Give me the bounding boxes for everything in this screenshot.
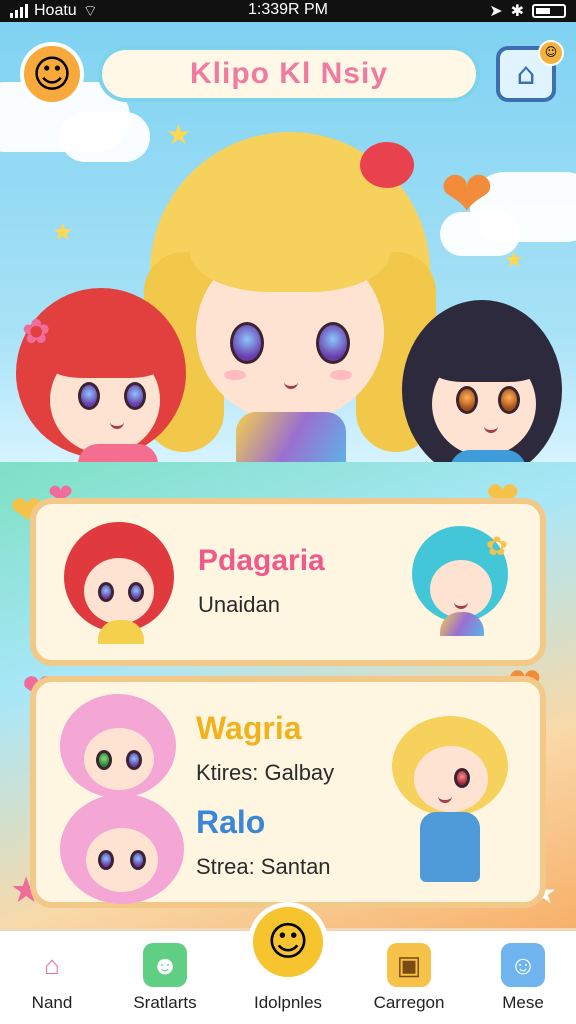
smiley-icon: ☺ <box>253 907 323 977</box>
heart-icon: ❤ <box>440 158 494 232</box>
bow-icon <box>360 142 414 188</box>
profile-avatar[interactable]: ☺ <box>20 42 84 106</box>
side-character-left: ✿ <box>16 288 186 462</box>
flower-icon: ✿ <box>22 312 51 352</box>
center-action-button[interactable]: ☺ <box>248 902 328 982</box>
status-right: ➤ ✱ <box>489 1 566 21</box>
nav-label: Carregon <box>373 993 445 1012</box>
nav-item-mese[interactable]: ☺ Mese <box>468 939 576 1013</box>
nav-item-carregon[interactable]: ▣ Carregon <box>354 939 464 1013</box>
character-name: Ralo <box>196 804 266 840</box>
home-icon: ⌂ <box>44 949 60 980</box>
card-avatar: ✿ <box>412 526 512 636</box>
nav-item-nand[interactable]: ⌂ Nand <box>0 939 107 1013</box>
box-icon: ▣ <box>387 943 431 987</box>
character-subtitle: Ktires: Galbay <box>196 760 335 785</box>
nav-label: Sratlarts <box>133 993 197 1012</box>
home-icon: ⌂ <box>516 56 536 92</box>
nav-label: Idolpnles <box>253 993 323 1012</box>
nav-label: Nand <box>31 993 73 1012</box>
card-avatar <box>64 522 174 644</box>
star-icon: ★ <box>52 218 74 246</box>
card-avatar <box>60 694 180 804</box>
bluetooth-icon: ✱ <box>510 3 524 20</box>
main-character <box>144 132 436 462</box>
character-card[interactable]: Wagria Ktires: Galbay Ralo Strea: Santan <box>30 676 546 908</box>
character-icon: ☻ <box>143 943 187 987</box>
card-avatar <box>392 716 512 886</box>
character-name: Pdagaria <box>198 544 325 577</box>
character-name: Wagria <box>196 710 302 746</box>
side-character-right <box>402 300 562 462</box>
character-subtitle: Strea: Santan <box>196 854 331 879</box>
flower-icon: ✿ <box>486 532 508 562</box>
notification-badge: ☺ <box>538 40 564 66</box>
character-card[interactable]: Pdagaria Unaidan ✿ <box>30 498 546 666</box>
nav-item-sratlarts[interactable]: ☻ Sratlarts <box>110 939 220 1013</box>
star-icon: ★ <box>504 248 524 273</box>
card-avatar <box>60 794 190 904</box>
character-subtitle: Unaidan <box>198 592 280 617</box>
smiley-icon: ☺ <box>32 52 72 96</box>
robot-icon: ☺ <box>501 943 545 987</box>
app-title: Klipo Kl Nsiy <box>98 46 480 102</box>
cloud <box>60 112 150 162</box>
status-bar: Hoatu ⌔ 1:339R PM ➤ ✱ <box>0 0 576 22</box>
nav-label: Mese <box>502 993 544 1012</box>
location-icon: ➤ <box>489 3 503 20</box>
battery-icon <box>532 4 566 18</box>
